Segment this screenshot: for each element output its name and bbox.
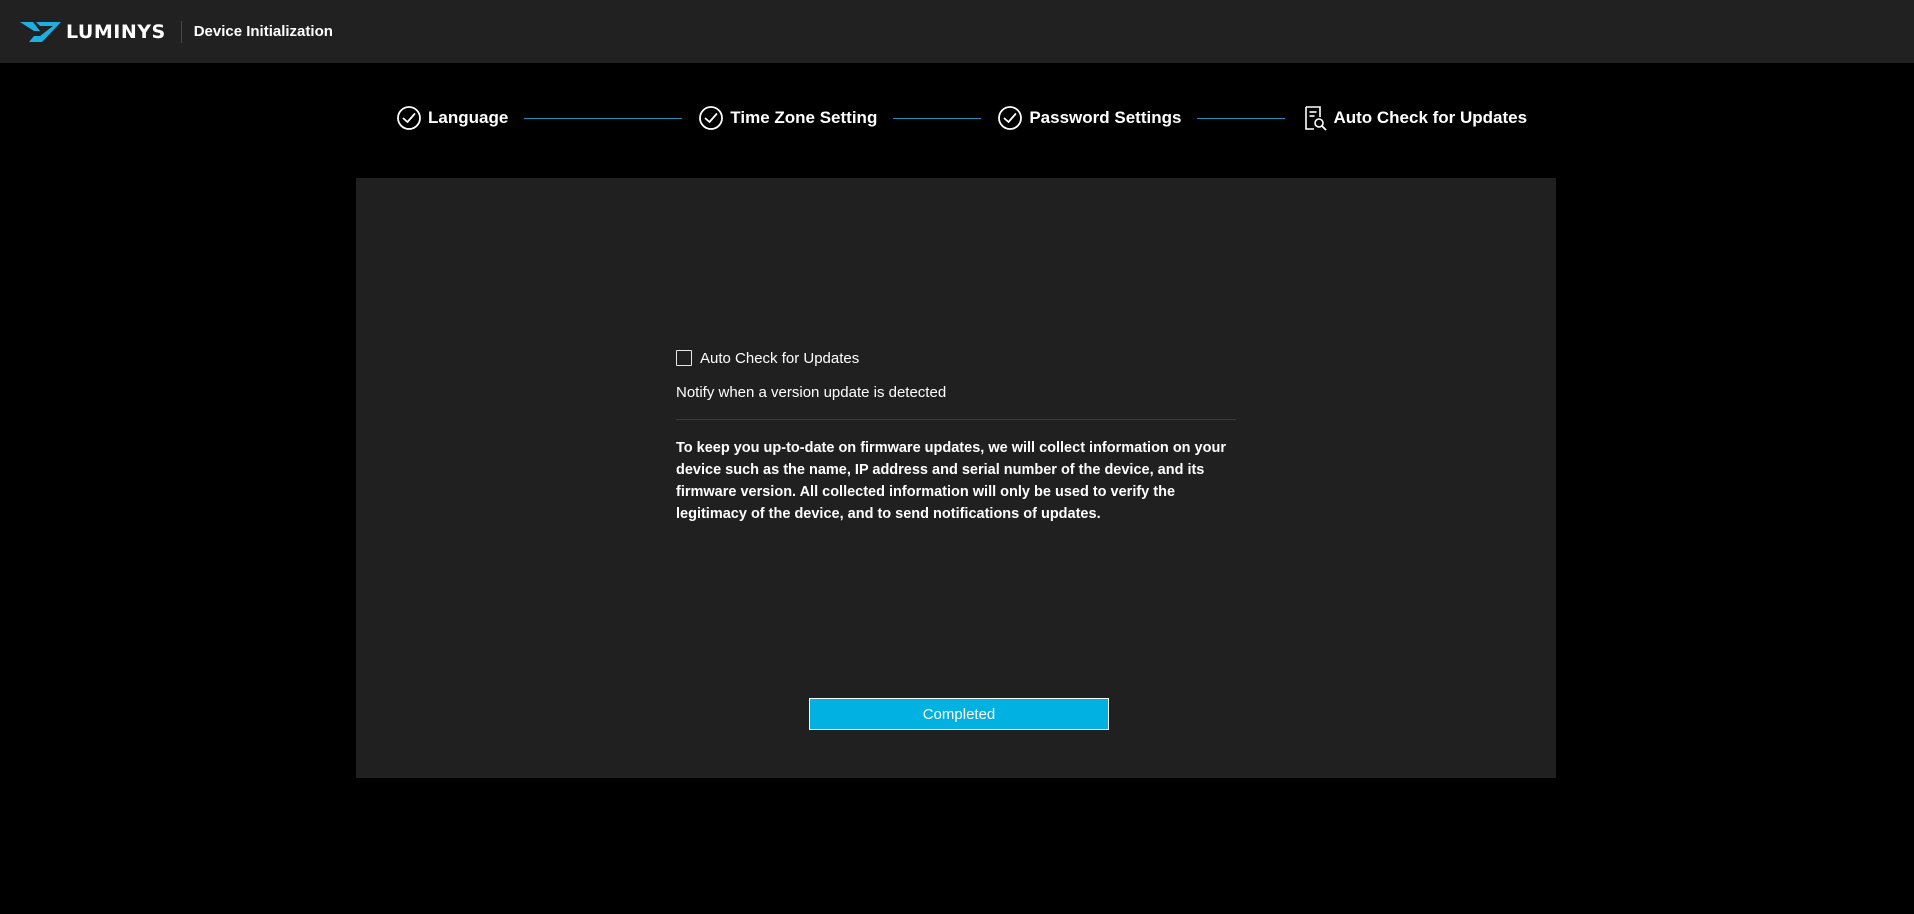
check-circle-icon: [699, 106, 724, 130]
top-header: LUMINYS Device Initialization: [0, 0, 1914, 63]
document-search-icon: [1305, 106, 1327, 131]
auto-check-checkbox[interactable]: [676, 350, 692, 366]
section-divider: [676, 419, 1236, 420]
completed-button[interactable]: Completed: [809, 698, 1109, 730]
auto-update-section: Auto Check for Updates Notify when a ver…: [676, 348, 1236, 525]
luminys-logo-icon: [20, 21, 61, 42]
step-label: Language: [428, 108, 509, 127]
step-password[interactable]: Password Settings: [997, 105, 1181, 131]
step-auto-check-updates[interactable]: Auto Check for Updates: [1301, 105, 1527, 131]
step-connector: [524, 117, 683, 119]
check-circle-icon: [397, 106, 421, 130]
step-label: Auto Check for Updates: [1333, 108, 1528, 127]
page-title: Device Initialization: [193, 23, 333, 40]
brand-logo: LUMINYS: [20, 0, 166, 63]
header-divider: [180, 20, 182, 43]
privacy-description: To keep you up-to-date on firmware updat…: [676, 440, 1226, 522]
step-time-zone[interactable]: Time Zone Setting: [698, 105, 877, 131]
step-connector: [1197, 117, 1286, 119]
content-panel: Auto Check for Updates Notify when a ver…: [356, 178, 1556, 778]
step-connector: [893, 117, 982, 119]
setup-stepper: Language Time Zone Setting Password Sett…: [396, 104, 1527, 132]
auto-check-label[interactable]: Auto Check for Updates: [700, 350, 859, 367]
step-label: Password Settings: [1029, 108, 1182, 127]
step-language[interactable]: Language: [396, 105, 508, 131]
auto-check-option: Auto Check for Updates: [676, 348, 1236, 368]
check-circle-icon: [998, 106, 1023, 130]
brand-name: LUMINYS: [66, 20, 166, 43]
step-label: Time Zone Setting: [730, 108, 878, 127]
notify-text: Notify when a version update is detected: [676, 384, 947, 401]
